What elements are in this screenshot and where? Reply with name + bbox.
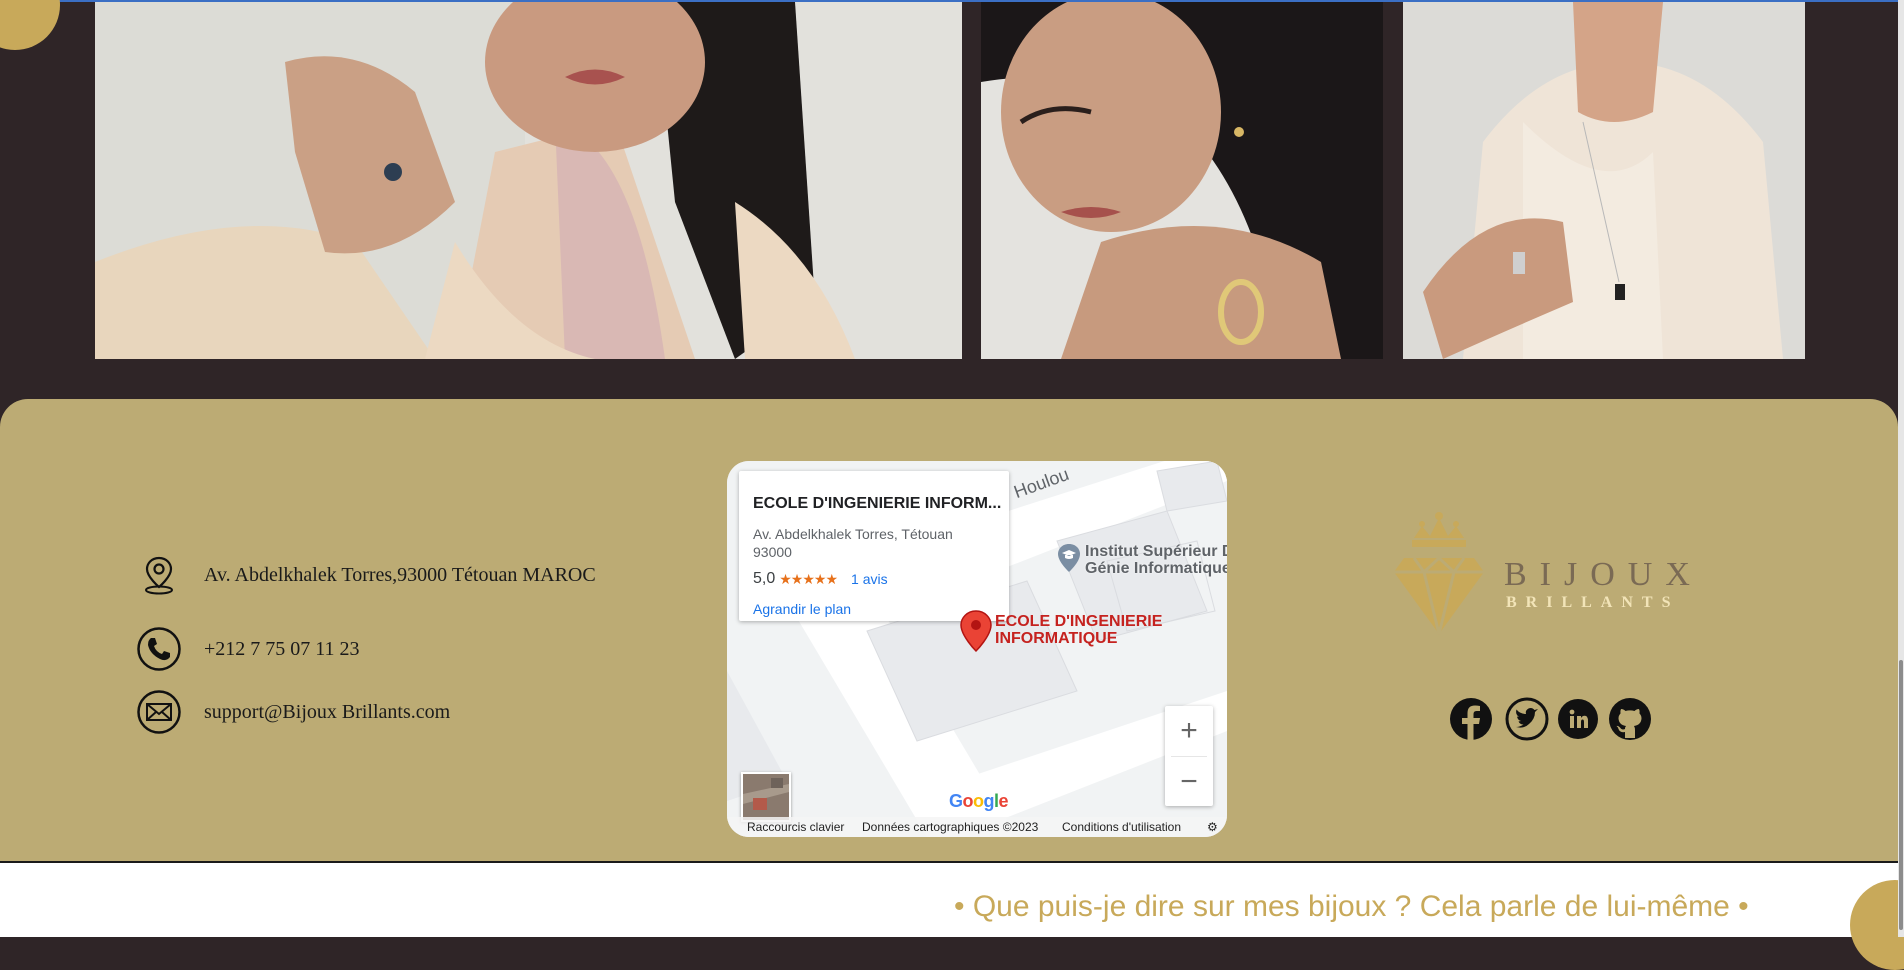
red-pin-icon	[960, 610, 992, 653]
github-link[interactable]	[1607, 696, 1653, 742]
poi-school-line1: ECOLE D'INGENIERIE	[995, 613, 1163, 630]
location-pin-icon	[136, 552, 182, 598]
brand-logo: BIJOUX BRILLANTS	[1384, 508, 1704, 638]
keyboard-shortcuts-link[interactable]: Raccourcis clavier	[747, 820, 844, 834]
google-logo: Google	[949, 791, 1009, 811]
gallery-photo-3[interactable]	[1403, 2, 1805, 359]
zoom-out-button[interactable]: −	[1165, 757, 1213, 807]
twitter-icon	[1505, 697, 1549, 741]
poi-school-line2: INFORMATIQUE	[995, 630, 1118, 647]
gallery-photo-2[interactable]	[981, 2, 1383, 359]
rating-value: 5,0	[753, 570, 776, 587]
poi-school-label: ECOLE D'INGENIERIE INFORMATIQUE	[995, 613, 1162, 647]
settings-icon[interactable]: ⚙	[1207, 820, 1218, 834]
scrollbar-thumb[interactable]	[1899, 660, 1903, 930]
place-rating: 5,0 ★★★★★ 1 avis	[753, 570, 888, 588]
map-footer: Raccourcis clavier Données cartographiqu…	[727, 817, 1227, 837]
place-title: ECOLE D'INGENIERIE INFORM...	[753, 495, 1002, 512]
crown-diamond-icon	[1394, 512, 1484, 635]
zoom-in-button[interactable]: +	[1165, 706, 1213, 756]
poi-school[interactable]: ECOLE D'INGENIERIE INFORMATIQUE	[959, 609, 1162, 653]
address-text: Av. Abdelkhalek Torres,93000 Tétouan MAR…	[204, 563, 596, 586]
terms-link[interactable]: Conditions d'utilisation	[1062, 820, 1181, 834]
place-address: Av. Abdelkhalek Torres, Tétouan 93000	[753, 526, 953, 560]
phone-icon	[136, 626, 182, 672]
reviews-link[interactable]: 1 avis	[851, 571, 888, 587]
satellite-thumbnail-icon	[743, 774, 789, 820]
tagline-text: • Que puis-je dire sur mes bijoux ? Cela…	[954, 890, 1749, 923]
enlarge-map-link[interactable]: Agrandir le plan	[753, 601, 851, 617]
graduation-cap-pin-icon	[1058, 544, 1080, 572]
poi-institute[interactable]: Institut Supérieur De Génie Informatique	[1057, 543, 1227, 577]
email-text[interactable]: support@Bijoux Brillants.com	[204, 701, 450, 724]
poi-institute-label: Institut Supérieur De Génie Informatique	[1085, 543, 1227, 577]
phone-text[interactable]: +212 7 75 07 11 23	[204, 638, 360, 661]
embedded-map[interactable]: Houlou ECOLE D'INGENIERIE INFORM... Av. …	[727, 461, 1227, 837]
github-icon	[1609, 698, 1651, 740]
gallery-photo-1[interactable]	[95, 2, 962, 359]
scrollbar[interactable]	[1898, 0, 1904, 937]
contact-phone: +212 7 75 07 11 23	[136, 626, 360, 672]
linkedin-icon	[1558, 699, 1598, 739]
twitter-link[interactable]	[1504, 696, 1550, 742]
map-data-credit[interactable]: Données cartographiques ©2023	[862, 820, 1038, 834]
zoom-controls: + −	[1165, 706, 1213, 806]
contact-address: Av. Abdelkhalek Torres,93000 Tétouan MAR…	[136, 552, 596, 598]
satellite-toggle[interactable]	[741, 772, 791, 822]
linkedin-link[interactable]	[1555, 696, 1601, 742]
mail-icon	[136, 689, 182, 735]
corner-ornament	[0, 0, 60, 50]
logo-word-bijoux: BIJOUX	[1504, 556, 1703, 593]
star-icons: ★★★★★	[779, 570, 838, 587]
facebook-icon	[1450, 698, 1492, 741]
contact-email: support@Bijoux Brillants.com	[136, 689, 450, 735]
logo-word-brillants: BRILLANTS	[1506, 594, 1680, 611]
facebook-link[interactable]	[1448, 696, 1494, 742]
place-info-card: ECOLE D'INGENIERIE INFORM... Av. Abdelkh…	[739, 471, 1009, 621]
